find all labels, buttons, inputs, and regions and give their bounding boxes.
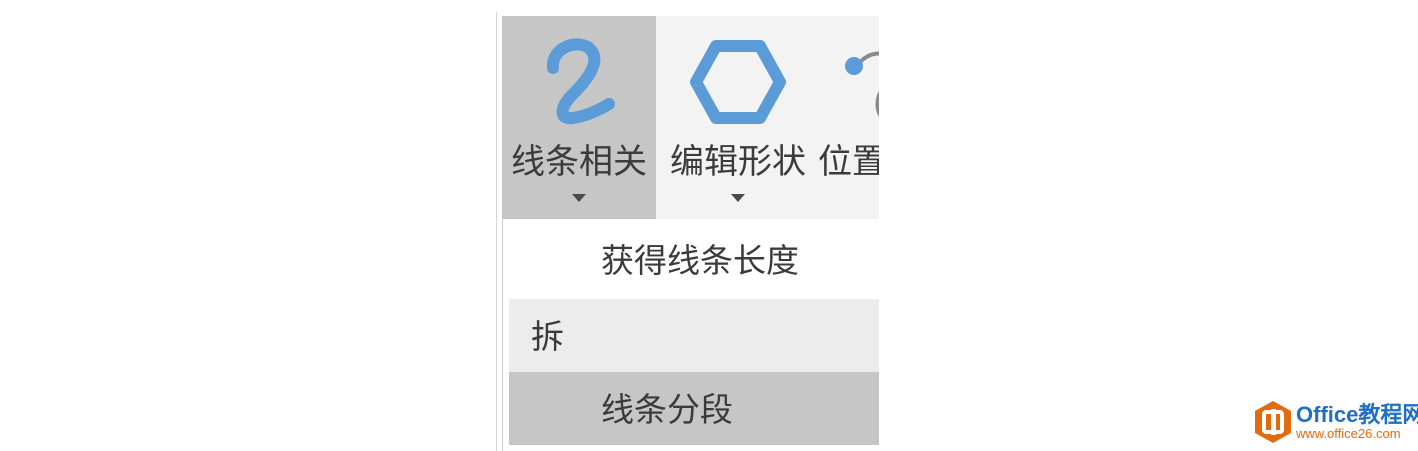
lines-related-dropdown-menu: 获得线条长度 拆 线条分段: [502, 219, 879, 451]
menu-item-get-line-length[interactable]: 获得线条长度: [509, 219, 879, 299]
menu-section-split-header: 拆: [509, 299, 879, 372]
watermark-text: Office教程网 www.office26.com: [1296, 403, 1418, 441]
curve-line-icon: [547, 38, 615, 125]
watermark-url: www.office26.com: [1296, 426, 1401, 441]
watermark-logo: Office教程网 www.office26.com: [1254, 400, 1418, 444]
window-edge-divider: [496, 12, 497, 451]
office-logo-icon: [1255, 401, 1291, 443]
hexagon-icon: [690, 40, 786, 124]
edit-shape-label: 编辑形状: [670, 142, 806, 182]
watermark-brand: Office教程网: [1296, 402, 1418, 427]
chevron-down-icon: [572, 194, 586, 202]
edit-shape-button[interactable]: 编辑形状: [658, 16, 818, 219]
screenshot-stage: 线条相关 编辑形状 位置 获得线条长度 拆 线条分段 Office教程网 www…: [0, 0, 1418, 451]
ribbon-toolbar: 线条相关 编辑形状 位置: [502, 16, 879, 219]
position-button[interactable]: 位置: [818, 16, 879, 219]
lines-related-label: 线条相关: [511, 142, 647, 182]
chevron-down-icon: [731, 194, 745, 202]
position-curve-icon: [845, 51, 879, 117]
position-label: 位置: [818, 142, 879, 182]
menu-item-line-segment[interactable]: 线条分段: [509, 372, 879, 445]
lines-related-button[interactable]: 线条相关: [502, 16, 656, 219]
